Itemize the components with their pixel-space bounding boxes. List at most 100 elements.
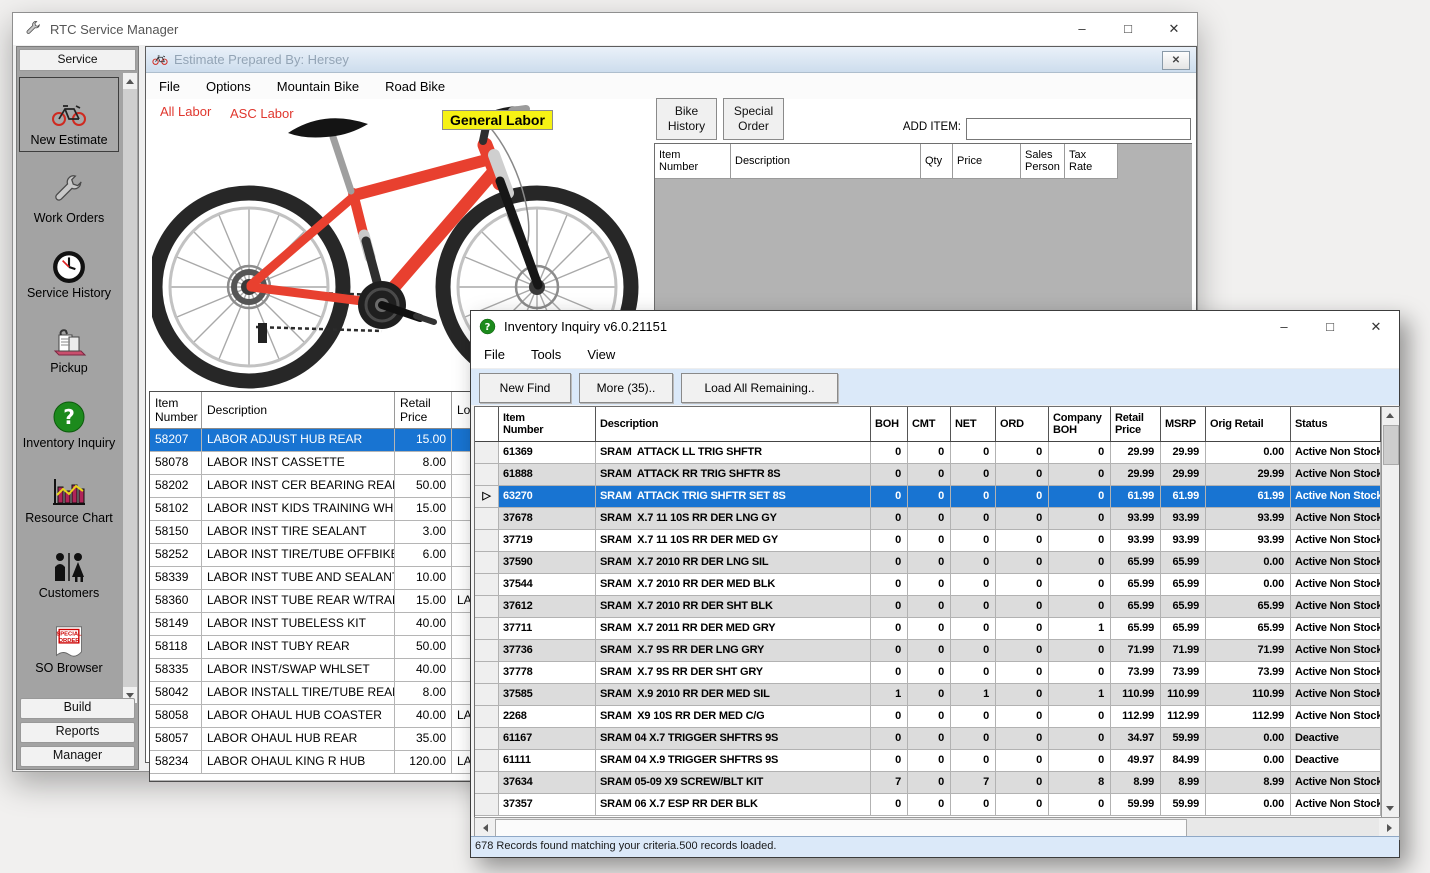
labor-column-header[interactable]: Description	[202, 392, 395, 428]
menu-item-road-bike[interactable]: Road Bike	[372, 79, 458, 94]
row-selector-cell[interactable]	[475, 750, 499, 772]
row-selector-cell[interactable]	[475, 662, 499, 684]
inventory-table-row[interactable]: 37778SRAM X.7 9S RR DER SHT GRY0000073.9…	[475, 662, 1381, 684]
row-selector-cell[interactable]: ▷	[475, 486, 499, 508]
inventory-column-header[interactable]: NET	[951, 407, 996, 441]
menu-item-file[interactable]: File	[471, 347, 518, 362]
general-labor-label[interactable]: General Labor	[442, 110, 553, 130]
inventory-column-header[interactable]	[475, 407, 499, 441]
row-selector-cell[interactable]	[475, 574, 499, 596]
scroll-right-arrow[interactable]	[1379, 818, 1399, 837]
inventory-table-row[interactable]: 37585SRAM X.9 2010 RR DER MED SIL1010111…	[475, 684, 1381, 706]
labor-column-header[interactable]: Retail Price	[395, 392, 452, 428]
sidebar-item-service-history[interactable]: Service History	[20, 229, 118, 304]
menu-item-mountain-bike[interactable]: Mountain Bike	[264, 79, 372, 94]
scroll-up-arrow[interactable]	[123, 73, 137, 89]
row-selector-cell[interactable]	[475, 508, 499, 530]
row-selector-cell[interactable]	[475, 794, 499, 816]
inventory-column-header[interactable]: Status	[1291, 407, 1381, 441]
menu-item-tools[interactable]: Tools	[518, 347, 574, 362]
menu-item-options[interactable]: Options	[193, 79, 264, 94]
sidebar-item-pickup[interactable]: Pickup	[20, 304, 118, 379]
menu-item-view[interactable]: View	[574, 347, 628, 362]
row-selector-cell[interactable]	[475, 552, 499, 574]
inventory-table-row[interactable]: 37544SRAM X.7 2010 RR DER MED BLK0000065…	[475, 574, 1381, 596]
order-column-header[interactable]: Item Number	[655, 144, 731, 179]
scroll-down-arrow[interactable]	[1382, 800, 1398, 817]
order-column-header[interactable]: Description	[731, 144, 921, 179]
row-selector-cell[interactable]	[475, 596, 499, 618]
inventory-table-row[interactable]: 37357SRAM 06 X.7 ESP RR DER BLK0000059.9…	[475, 794, 1381, 816]
inventory-column-header[interactable]: Item Number	[499, 407, 596, 441]
inventory-column-header[interactable]: CMT	[908, 407, 951, 441]
inventory-table-row[interactable]: 37634SRAM 05-09 X9 SCREW/BLT KIT707088.9…	[475, 772, 1381, 794]
inventory-column-header[interactable]: BOH	[871, 407, 908, 441]
inventory-titlebar[interactable]: ? Inventory Inquiry v6.0.21151 – □ ✕	[471, 311, 1399, 341]
manager-button[interactable]: Manager	[20, 746, 135, 767]
row-selector-cell[interactable]	[475, 464, 499, 486]
add-item-input[interactable]	[966, 118, 1191, 140]
inventory-table-row[interactable]: 37612SRAM X.7 2010 RR DER SHT BLK0000065…	[475, 596, 1381, 618]
bike-history-button[interactable]: Bike History	[656, 98, 717, 140]
inventory-close-button[interactable]: ✕	[1353, 311, 1399, 342]
estimate-close-button[interactable]: ✕	[1162, 51, 1190, 70]
inventory-vertical-scrollbar[interactable]	[1381, 407, 1399, 817]
labor-column-header[interactable]: Item Number	[150, 392, 202, 428]
order-column-header[interactable]: Tax Rate	[1065, 144, 1118, 179]
inventory-table-row[interactable]: 61369SRAM ATTACK LL TRIG SHFTR0000029.99…	[475, 442, 1381, 464]
sidebar-item-inventory-inquiry[interactable]: ?Inventory Inquiry	[20, 379, 118, 454]
row-selector-cell[interactable]	[475, 772, 499, 794]
inventory-table-row[interactable]: ▷63270SRAM ATTACK TRIG SHFTR SET 8S00000…	[475, 486, 1381, 508]
sidebar-item-work-orders[interactable]: Work Orders	[20, 154, 118, 229]
inventory-table-row[interactable]: 37736SRAM X.7 9S RR DER LNG GRY0000071.9…	[475, 640, 1381, 662]
main-window-title: RTC Service Manager	[50, 22, 178, 37]
sidebar-item-new-estimate[interactable]: New Estimate	[19, 77, 119, 152]
inventory-maximize-button[interactable]: □	[1307, 311, 1353, 342]
inventory-column-header[interactable]: MSRP	[1161, 407, 1206, 441]
row-selector-cell[interactable]	[475, 640, 499, 662]
special-order-button[interactable]: Special Order	[723, 98, 784, 140]
build-button[interactable]: Build	[20, 698, 135, 719]
inventory-table-row[interactable]: 61111SRAM 04 X.9 TRIGGER SHFTRS 9S000004…	[475, 750, 1381, 772]
new-find-button[interactable]: New Find	[479, 373, 571, 403]
inventory-column-header[interactable]: Description	[596, 407, 871, 441]
close-button[interactable]: ✕	[1151, 13, 1197, 44]
estimate-titlebar[interactable]: Estimate Prepared By: Hersey ✕	[146, 47, 1196, 73]
inventory-table-row[interactable]: 37590SRAM X.7 2010 RR DER LNG SIL0000065…	[475, 552, 1381, 574]
minimize-button[interactable]: –	[1059, 13, 1105, 44]
sidebar-item-so-browser[interactable]: SPECIALORDERSO Browser	[20, 604, 118, 679]
main-titlebar[interactable]: RTC Service Manager – □ ✕	[13, 13, 1197, 45]
row-selector-cell[interactable]	[475, 442, 499, 464]
inventory-column-header[interactable]: Orig Retail	[1206, 407, 1291, 441]
sidebar-tab-service[interactable]: Service	[19, 49, 136, 71]
inventory-table-row[interactable]: 61167SRAM 04 X.7 TRIGGER SHFTRS 9S000003…	[475, 728, 1381, 750]
menu-item-file[interactable]: File	[146, 79, 193, 94]
row-selector-cell[interactable]	[475, 728, 499, 750]
inventory-table-row[interactable]: 37678SRAM X.7 11 10S RR DER LNG GY000009…	[475, 508, 1381, 530]
scroll-left-arrow[interactable]	[475, 818, 495, 837]
sidebar-scrollbar[interactable]	[123, 73, 137, 703]
inventory-column-header[interactable]: ORD	[996, 407, 1049, 441]
inventory-table-row[interactable]: 37719SRAM X.7 11 10S RR DER MED GY000009…	[475, 530, 1381, 552]
maximize-button[interactable]: □	[1105, 13, 1151, 44]
row-selector-cell[interactable]	[475, 530, 499, 552]
order-column-header[interactable]: Sales Person	[1021, 144, 1065, 179]
scroll-up-arrow[interactable]	[1382, 407, 1398, 424]
row-selector-cell[interactable]	[475, 684, 499, 706]
inventory-table-row[interactable]: 37711SRAM X.7 2011 RR DER MED GRY0000165…	[475, 618, 1381, 640]
row-selector-cell[interactable]	[475, 706, 499, 728]
order-column-header[interactable]: Price	[953, 144, 1021, 179]
order-column-header[interactable]: Qty	[921, 144, 953, 179]
sidebar-item-customers[interactable]: Customers	[20, 529, 118, 604]
vertical-scroll-thumb[interactable]	[1383, 425, 1399, 465]
load-all-remaining--button[interactable]: Load All Remaining..	[681, 373, 838, 403]
more-35--button[interactable]: More (35)..	[579, 373, 673, 403]
sidebar-item-resource-chart[interactable]: Resource Chart	[20, 454, 118, 529]
row-selector-cell[interactable]	[475, 618, 499, 640]
inventory-minimize-button[interactable]: –	[1261, 311, 1307, 342]
inventory-column-header[interactable]: Company BOH	[1049, 407, 1111, 441]
inventory-column-header[interactable]: Retail Price	[1111, 407, 1161, 441]
inventory-table-row[interactable]: 61888SRAM ATTACK RR TRIG SHFTR 8S0000029…	[475, 464, 1381, 486]
reports-button[interactable]: Reports	[20, 722, 135, 743]
inventory-table-row[interactable]: 2268SRAM X9 10S RR DER MED C/G00000112.9…	[475, 706, 1381, 728]
